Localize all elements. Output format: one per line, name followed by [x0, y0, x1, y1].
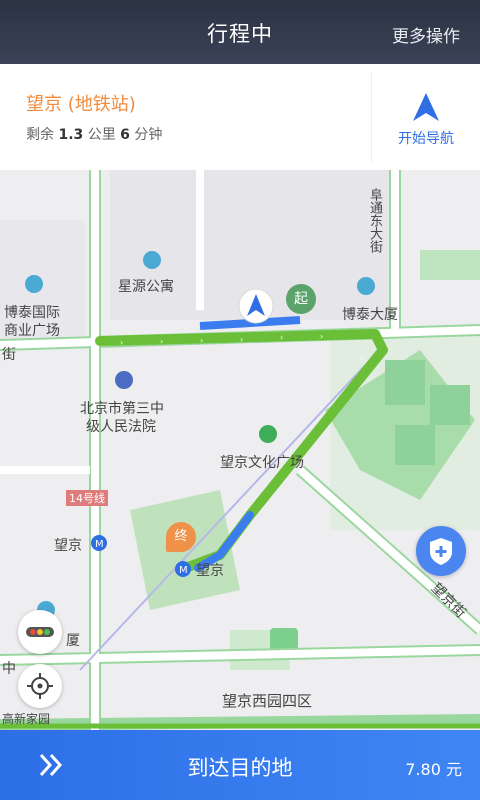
current-location-icon [238, 288, 274, 324]
start-navigation-label: 开始导航 [398, 131, 454, 147]
svg-text:M: M [179, 565, 188, 576]
poi-district[interactable]: 望京西园四区 [222, 690, 312, 711]
poi-pin-icon [143, 251, 161, 269]
map-view[interactable]: › › › › › › ‹ ‹ ‹ 星源公寓 博泰国际 商业广场 博泰大厦 北京市第三中 级… [0, 170, 480, 730]
poi-pin-icon [25, 275, 43, 293]
svg-text:‹: ‹ [320, 403, 323, 412]
subway-icon: M [91, 535, 107, 551]
left-edge-label: 街 [2, 347, 16, 363]
start-navigation-button[interactable]: 开始导航 [371, 72, 480, 162]
svg-text:›: › [200, 336, 203, 345]
destination-name: 望京 (地铁站) [26, 94, 136, 115]
poi-xingyuan[interactable]: 星源公寓 [118, 276, 174, 296]
remain-distance: 1.3 [58, 127, 84, 143]
remaining-summary: 剩余 1.3 公里 6 分钟 [26, 124, 162, 144]
poi-court-2[interactable]: 级人民法院 [86, 416, 156, 436]
svg-text:M: M [95, 539, 104, 550]
subway-icon: M [175, 561, 191, 577]
safety-center-button[interactable] [416, 526, 466, 576]
destination-marker[interactable]: 终 [166, 522, 196, 552]
poi-wangjing-station-right[interactable]: 望京 [196, 560, 224, 580]
start-marker[interactable]: 起 [286, 284, 316, 314]
svg-text:›: › [280, 333, 283, 342]
poi-culture-square[interactable]: 望京文化广场 [220, 452, 304, 472]
poi-botai-intl-1[interactable]: 博泰国际 [4, 302, 60, 322]
trip-info-panel: 望京 (地铁站) 剩余 1.3 公里 6 分钟 开始导航 [0, 64, 480, 171]
poi-wangjing-station[interactable]: 望京 [54, 535, 82, 555]
subway-line-14-label: 14号线 [66, 490, 108, 506]
traffic-toggle-button[interactable] [18, 610, 62, 654]
road-futong-east: 阜通东大街 [367, 188, 382, 253]
trip-price: 7.80 元 [405, 760, 462, 779]
poi-pin-icon [115, 371, 133, 389]
poi-botai-intl-2[interactable]: 商业广场 [4, 320, 60, 340]
svg-text:›: › [120, 338, 123, 347]
poi-pin-icon [357, 277, 375, 295]
bottom-left-label: 高新家园 [2, 712, 51, 726]
top-bar: 行程中 更多操作 [0, 0, 480, 64]
svg-text:›: › [160, 337, 163, 346]
poi-court-1[interactable]: 北京市第三中 [80, 398, 164, 418]
remain-prefix: 剩余 [26, 127, 54, 143]
locate-button[interactable] [18, 664, 62, 708]
arrive-destination-bar[interactable]: 到达目的地 7.80 元 [0, 730, 480, 800]
shield-icon [430, 538, 452, 565]
park-pin-icon [259, 425, 277, 443]
svg-text:›: › [320, 332, 323, 341]
more-actions-button[interactable]: 更多操作 [392, 22, 460, 47]
poi-botai-tower[interactable]: 博泰大厦 [342, 304, 398, 324]
navigation-arrow-icon [413, 93, 439, 121]
svg-text:›: › [240, 335, 243, 344]
remain-distance-unit: 公里 [87, 127, 116, 143]
poi-tower-left[interactable]: 厦 [66, 630, 80, 650]
remain-time-unit: 分钟 [134, 127, 163, 143]
traffic-light-icon [26, 627, 54, 637]
left-edge-label-2: 中 [2, 661, 16, 677]
svg-text:‹: ‹ [360, 353, 363, 362]
crosshair-icon [27, 673, 53, 699]
remain-time: 6 [120, 127, 130, 143]
